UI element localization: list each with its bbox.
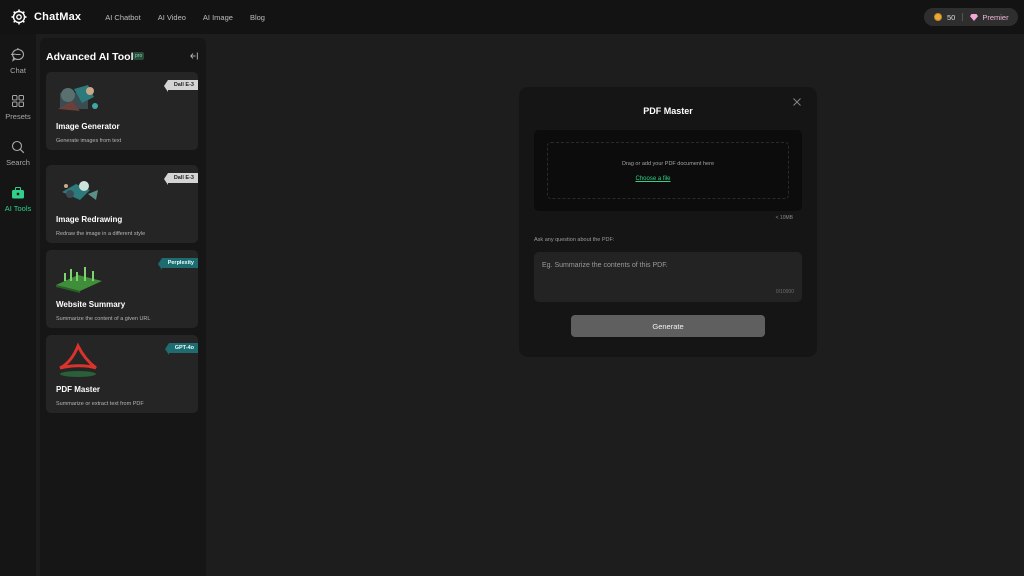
char-count: 0/10000 [775, 289, 794, 295]
card-title: PDF Master [56, 385, 101, 394]
tag-dall-e3: Dall E-3 [163, 80, 198, 92]
main-nav: AI Chatbot AI Video AI Image Blog [105, 13, 282, 22]
nav-ai-image[interactable]: AI Image [203, 13, 233, 22]
logo[interactable]: ChatMax [11, 9, 81, 25]
tag-perplexity: Perplexity [157, 258, 198, 270]
chat-bubble-icon [11, 48, 25, 62]
plan-label: Premier [982, 12, 1009, 22]
card-description: Summarize the content of a given URL [56, 316, 151, 322]
rail-label-presets: Presets [5, 112, 31, 121]
coin-count: 50 [947, 12, 956, 22]
close-icon[interactable] [793, 98, 801, 106]
pill-divider [962, 13, 964, 21]
left-rail: Chat Presets Search AI Tools [0, 34, 36, 576]
card-description: Summarize or extract text from PDF [56, 401, 144, 407]
pdf-upload-dropzone[interactable]: Drag or add your PDF document here [534, 130, 802, 211]
rail-item-presets[interactable]: Presets [0, 94, 36, 121]
card-description: Generate images from text [56, 138, 122, 144]
top-header: ChatMax AI Chatbot AI Video AI Image Blo… [0, 0, 1024, 34]
pro-badge: pro [133, 52, 145, 60]
rail-item-ai-tools[interactable]: AI Tools [0, 186, 36, 213]
card-title: Image Redrawing [56, 215, 123, 224]
tool-card-pdf-master[interactable]: GPT-4o PDF Master Summarize or extract t… [46, 335, 198, 413]
rail-item-search[interactable]: Search [0, 140, 36, 167]
generate-button[interactable]: Generate [571, 315, 765, 337]
panel-title: Advanced AI Tools [46, 51, 140, 63]
collapse-panel-icon[interactable] [190, 52, 198, 60]
tag-dall-e3: Dall E-3 [163, 173, 198, 185]
card-description: Redraw the image in a different style [56, 231, 146, 237]
nav-ai-chatbot[interactable]: AI Chatbot [105, 13, 140, 22]
search-icon [11, 140, 25, 154]
nav-ai-video[interactable]: AI Video [158, 13, 186, 22]
card-title: Image Generator [56, 122, 120, 131]
tool-card-image-generator[interactable]: Dall E-3 Image Generator Generate images… [46, 72, 198, 150]
dropzone-border [547, 142, 789, 199]
account-pill[interactable]: 50 Premier [924, 8, 1018, 26]
upload-hint: Drag or add your PDF document here [621, 161, 715, 167]
modal-title: PDF Master [643, 106, 693, 116]
coin-icon [934, 13, 942, 21]
diamond-icon [970, 13, 979, 21]
question-label: Ask any question about the PDF: [534, 237, 615, 243]
choose-file-link[interactable]: Choose a file [519, 176, 787, 182]
rail-label-chat: Chat [10, 66, 26, 75]
toolbox-icon [12, 186, 24, 199]
tool-card-image-redrawing[interactable]: Dall E-3 Image Redrawing Redraw the imag… [46, 165, 198, 243]
rail-item-chat[interactable]: Chat [0, 48, 36, 75]
app-name: ChatMax [34, 11, 82, 23]
gear-logo-icon [11, 9, 27, 25]
card-title: Website Summary [56, 300, 126, 309]
tool-card-website-summary[interactable]: Perplexity Website Summary Summarize the… [46, 250, 198, 328]
pdf-master-thumbnail [59, 342, 97, 377]
image-generator-thumbnail [58, 85, 98, 111]
rail-label-ai-tools: AI Tools [4, 204, 32, 213]
tag-gpt-4o: GPT-4o [164, 343, 198, 355]
image-redrawing-thumbnail [62, 181, 98, 200]
question-input[interactable] [534, 252, 802, 302]
file-size-note: < 10MB [775, 215, 793, 221]
nav-blog[interactable]: Blog [250, 13, 265, 22]
grid-icon [12, 95, 24, 107]
tools-panel: Advanced AI Tools pro Dall E-3 Image Gen… [40, 38, 206, 576]
website-summary-thumbnail [56, 267, 102, 293]
rail-label-search: Search [6, 158, 30, 167]
pdf-master-modal: PDF Master Drag or add your PDF document… [519, 87, 817, 357]
